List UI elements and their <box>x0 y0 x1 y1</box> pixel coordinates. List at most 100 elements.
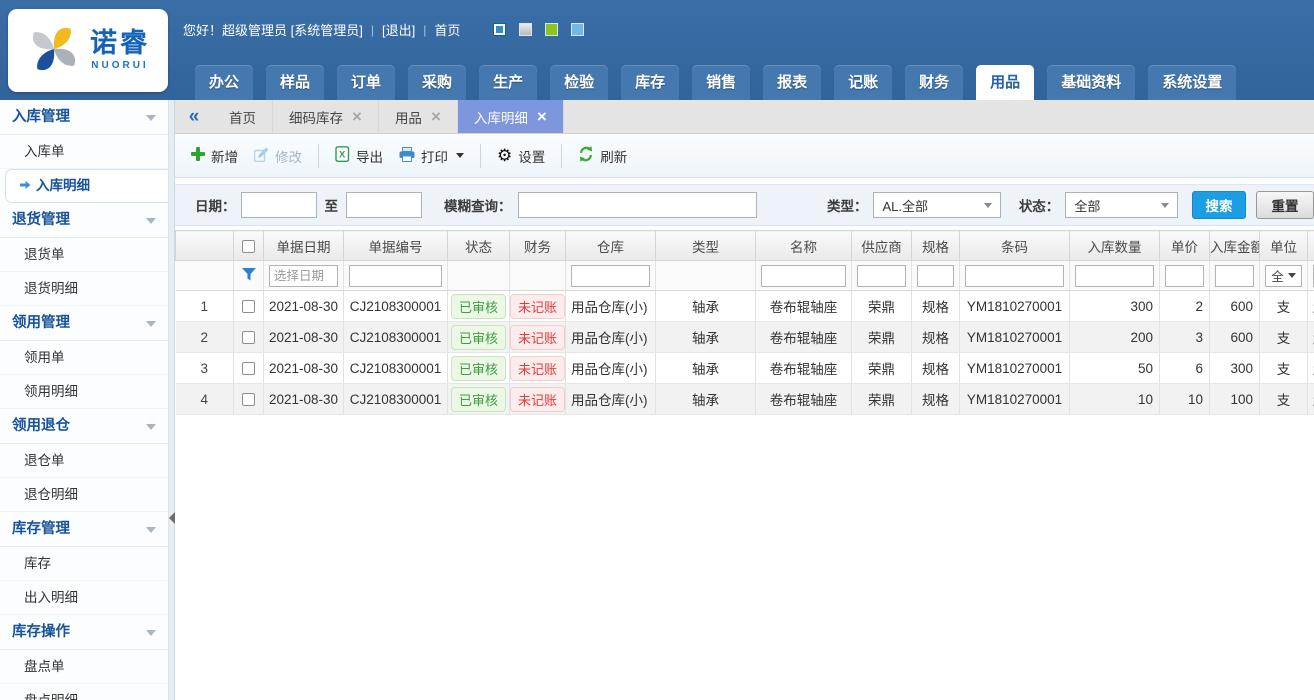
reset-button[interactable]: 重置 <box>1256 191 1314 219</box>
sidebar-item-inbound-order[interactable]: 入库单 <box>0 135 168 169</box>
sidebar-item-warehouse-return-order[interactable]: 退仓单 <box>0 444 168 478</box>
home-link[interactable]: 首页 <box>434 20 460 39</box>
doc-tab-inbound-detail-active[interactable]: 入库明细× <box>458 100 564 133</box>
logo[interactable]: 诺睿 NUORUI <box>8 9 168 92</box>
chevron-down-icon <box>1288 273 1296 278</box>
sidebar-group-returns[interactable]: 退货管理 <box>0 203 168 238</box>
doc-tab-supplies[interactable]: 用品× <box>379 100 458 133</box>
nav-tab-inspection[interactable]: 检验 <box>550 65 608 100</box>
nav-tab-inventory[interactable]: 库存 <box>621 65 679 100</box>
export-button[interactable]: X 导出 <box>335 146 383 166</box>
filter-date-input[interactable] <box>269 265 338 287</box>
nav-tab-purchase[interactable]: 采购 <box>408 65 466 100</box>
edit-button-disabled[interactable]: 修改 <box>254 146 302 166</box>
row-checkbox[interactable] <box>242 362 255 375</box>
sidebar-group-requisition[interactable]: 领用管理 <box>0 306 168 341</box>
col-header-date[interactable]: 单据日期 <box>264 231 344 261</box>
col-header-price[interactable]: 单价 <box>1160 231 1210 261</box>
col-header-status[interactable]: 状态 <box>448 231 510 261</box>
col-header-supplier[interactable]: 供应商 <box>852 231 912 261</box>
theme-swatch-silver[interactable] <box>519 23 532 36</box>
select-all-checkbox[interactable] <box>242 240 255 253</box>
filter-funnel-cell[interactable] <box>234 261 264 291</box>
status-select[interactable]: 全部 <box>1065 192 1178 218</box>
nav-tab-supplies-active[interactable]: 用品 <box>976 65 1034 100</box>
tabs-scroll-left-icon[interactable]: « <box>175 100 213 133</box>
sidebar-item-warehouse-return-detail[interactable]: 退仓明细 <box>0 478 168 512</box>
theme-swatch-blue-selected[interactable] <box>493 23 506 36</box>
sidebar-item-stock-io-detail[interactable]: 出入明细 <box>0 581 168 615</box>
sidebar-item-return-order[interactable]: 退货单 <box>0 238 168 272</box>
logout-link[interactable]: [退出] <box>382 20 415 39</box>
nav-tab-reports[interactable]: 报表 <box>763 65 821 100</box>
filter-warehouse-input[interactable] <box>571 265 650 287</box>
table-row[interactable]: 4 2021-08-30 CJ2108300001 已审核 未记账 用品仓库(小… <box>176 384 1314 415</box>
nav-tab-office[interactable]: 办公 <box>195 65 253 100</box>
doc-tab-fine-code-stock[interactable]: 细码库存× <box>273 100 379 133</box>
theme-swatch-green[interactable] <box>545 23 558 36</box>
sidebar-item-inbound-detail-active[interactable]: 入库明细 <box>5 169 168 203</box>
sidebar-splitter[interactable] <box>168 100 175 700</box>
search-button[interactable]: 搜索 <box>1192 191 1246 219</box>
sidebar-group-stock[interactable]: 库存管理 <box>0 512 168 547</box>
col-header-finance[interactable]: 财务 <box>510 231 566 261</box>
select-all-header[interactable] <box>234 231 264 261</box>
col-header-warehouse[interactable]: 仓库 <box>566 231 656 261</box>
filter-price-input[interactable] <box>1165 265 1204 287</box>
theme-swatch-lightblue[interactable] <box>571 23 584 36</box>
filter-qty-input[interactable] <box>1075 265 1154 287</box>
filter-spec-input[interactable] <box>917 265 954 287</box>
col-header-qty[interactable]: 入库数量 <box>1070 231 1160 261</box>
filter-code-input[interactable] <box>349 265 442 287</box>
fuzzy-search-input[interactable] <box>518 192 757 218</box>
type-select[interactable]: AL.全部 <box>873 192 1000 218</box>
sidebar-item-requisition-order[interactable]: 领用单 <box>0 341 168 375</box>
date-from-input[interactable] <box>241 192 317 218</box>
sidebar-item-return-detail[interactable]: 退货明细 <box>0 272 168 306</box>
print-button[interactable]: 打印 <box>399 146 464 166</box>
sidebar-item-stock[interactable]: 库存 <box>0 547 168 581</box>
table-row[interactable]: 2 2021-08-30 CJ2108300001 已审核 未记账 用品仓库(小… <box>176 322 1314 353</box>
nav-tab-order[interactable]: 订单 <box>337 65 395 100</box>
close-icon[interactable]: × <box>352 108 362 125</box>
table-row[interactable]: 1 2021-08-30 CJ2108300001 已审核 未记账 用品仓库(小… <box>176 291 1314 322</box>
row-checkbox[interactable] <box>242 300 255 313</box>
filter-amount-input[interactable] <box>1215 265 1254 287</box>
nav-tab-bookkeeping[interactable]: 记账 <box>834 65 892 100</box>
table-row[interactable]: 3 2021-08-30 CJ2108300001 已审核 未记账 用品仓库(小… <box>176 353 1314 384</box>
date-to-input[interactable] <box>346 192 422 218</box>
sidebar-item-requisition-detail[interactable]: 领用明细 <box>0 375 168 409</box>
nav-tab-finance[interactable]: 财务 <box>905 65 963 100</box>
close-icon[interactable]: × <box>431 108 441 125</box>
col-header-amount[interactable]: 入库金额 <box>1210 231 1260 261</box>
row-checkbox[interactable] <box>242 393 255 406</box>
collapse-sidebar-icon[interactable] <box>169 512 175 524</box>
settings-button[interactable]: ⚙ 设置 <box>497 146 545 166</box>
sidebar-item-stocktake-order[interactable]: 盘点单 <box>0 650 168 684</box>
row-checkbox[interactable] <box>242 331 255 344</box>
nav-tab-sample[interactable]: 样品 <box>266 65 324 100</box>
nav-tab-sales[interactable]: 销售 <box>692 65 750 100</box>
add-button[interactable]: 新增 <box>191 146 238 166</box>
nav-tab-system-settings[interactable]: 系统设置 <box>1148 65 1236 100</box>
nav-tab-production[interactable]: 生产 <box>479 65 537 100</box>
col-header-type[interactable]: 类型 <box>656 231 756 261</box>
col-header-unit[interactable]: 单位 <box>1260 231 1308 261</box>
col-header-name[interactable]: 名称 <box>756 231 852 261</box>
filter-supplier-input[interactable] <box>857 265 906 287</box>
sidebar-group-inbound[interactable]: 入库管理 <box>0 100 168 135</box>
sidebar-group-stock-ops[interactable]: 库存操作 <box>0 615 168 650</box>
filter-name-input[interactable] <box>761 265 846 287</box>
close-icon[interactable]: × <box>537 108 547 125</box>
col-header-barcode[interactable]: 条码 <box>960 231 1070 261</box>
col-header-code[interactable]: 单据编号 <box>344 231 448 261</box>
col-header-spec[interactable]: 规格 <box>912 231 960 261</box>
filter-bar: 日期： 至 模糊查询： 类型： AL.全部 状态： 全部 搜索 重置 <box>175 184 1314 226</box>
sidebar-group-requisition-return[interactable]: 领用退仓 <box>0 409 168 444</box>
filter-unit-select[interactable]: 全 <box>1265 265 1302 287</box>
nav-tab-basic-data[interactable]: 基础资料 <box>1047 65 1135 100</box>
sidebar-item-stocktake-detail[interactable]: 盘点明细 <box>0 684 168 700</box>
doc-tab-home[interactable]: 首页 <box>213 100 273 133</box>
refresh-button[interactable]: 刷新 <box>578 146 627 166</box>
filter-barcode-input[interactable] <box>965 265 1064 287</box>
